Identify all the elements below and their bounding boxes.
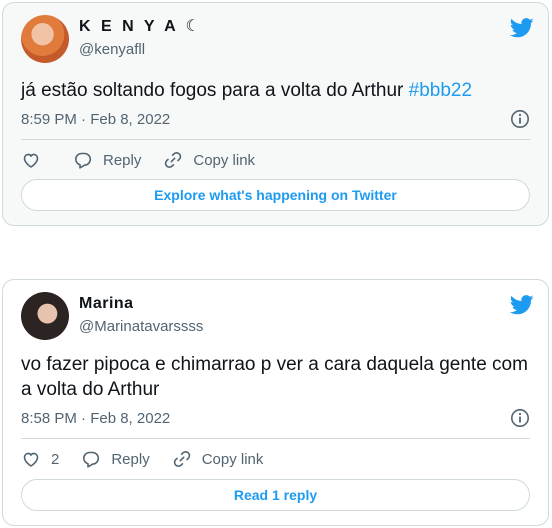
tweet-card-marina[interactable]: Marina @Marinatavarssss vo fazer pipoca …: [2, 279, 549, 526]
tweet-header: Marina @Marinatavarssss: [21, 292, 534, 340]
read-replies-button[interactable]: Read 1 reply: [21, 479, 530, 511]
divider: [21, 139, 530, 140]
tweet-text: já estão soltando fogos para a volta do …: [21, 78, 530, 103]
like-button[interactable]: 2: [21, 449, 59, 469]
link-icon: [165, 151, 182, 169]
tweet-text: vo fazer pipoca e chimarrao p ver a cara…: [21, 354, 528, 400]
info-icon[interactable]: [510, 109, 530, 129]
tweet-timestamp[interactable]: 8:59 PM · Feb 8, 2022: [21, 110, 170, 130]
reply-button[interactable]: Reply: [81, 449, 150, 469]
reply-button[interactable]: Reply: [73, 150, 141, 170]
copy-link-button[interactable]: Copy link: [163, 150, 255, 170]
author-info: Marina @Marinatavarssss: [79, 294, 203, 337]
copy-link-button[interactable]: Copy link: [172, 449, 264, 469]
author-name[interactable]: Marina: [79, 294, 203, 314]
reply-icon: [75, 152, 92, 169]
link-icon: [173, 450, 190, 468]
author-info: K E N Y A ☾ @kenyafll: [79, 17, 203, 60]
info-icon[interactable]: [510, 408, 530, 428]
copy-link-label: Copy link: [201, 450, 264, 468]
reply-label: Reply: [103, 151, 142, 169]
avatar[interactable]: [21, 15, 69, 63]
reply-icon: [83, 451, 100, 468]
heart-icon: [23, 153, 39, 168]
copy-link-label: Copy link: [193, 151, 256, 169]
like-button[interactable]: [21, 150, 51, 170]
tweet-actions: 2 Reply Copy link: [21, 447, 530, 471]
author-handle[interactable]: @Marinatavarssss: [79, 317, 203, 337]
tweet-header: K E N Y A ☾ @kenyafll: [21, 15, 534, 63]
author-handle[interactable]: @kenyafll: [79, 40, 203, 60]
avatar[interactable]: [21, 292, 69, 340]
author-name[interactable]: K E N Y A ☾: [79, 17, 203, 37]
like-count: 2: [51, 450, 60, 468]
tweet-text-body: já estão soltando fogos para a volta do …: [21, 80, 409, 101]
twitter-bird-icon[interactable]: [510, 295, 534, 315]
heart-icon: [23, 452, 39, 467]
hashtag-link[interactable]: #bbb22: [409, 80, 472, 101]
tweet-card-kenya[interactable]: K E N Y A ☾ @kenyafll já estão soltando …: [2, 2, 549, 226]
tweet-timestamp[interactable]: 8:58 PM · Feb 8, 2022: [21, 409, 170, 429]
tweet-actions: Reply Copy link: [21, 148, 530, 172]
divider: [21, 438, 530, 439]
twitter-bird-icon[interactable]: [510, 18, 534, 38]
explore-twitter-button[interactable]: Explore what's happening on Twitter: [21, 179, 530, 211]
reply-label: Reply: [111, 450, 150, 468]
